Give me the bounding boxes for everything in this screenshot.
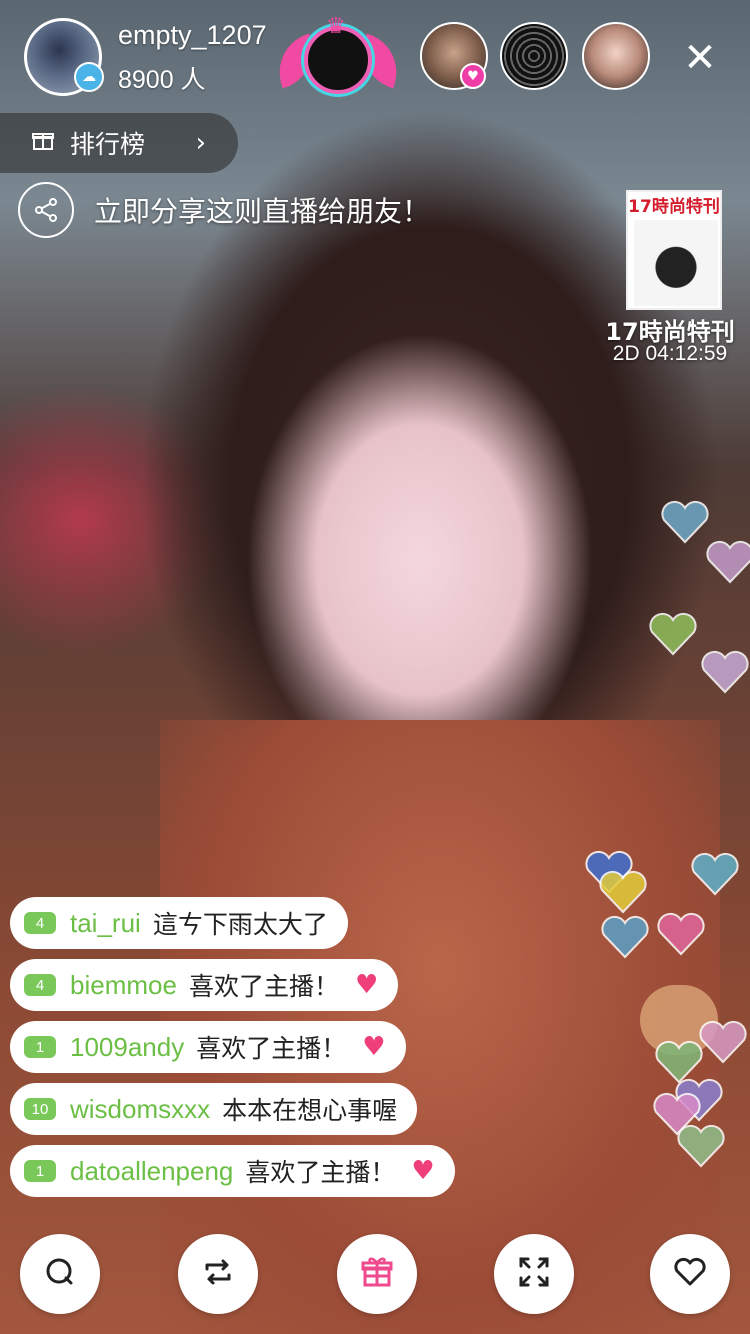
close-icon[interactable]: ✕: [680, 38, 720, 78]
comment-item[interactable]: 1 datoallenpeng 喜欢了主播！ ♥: [10, 1145, 455, 1197]
comment-username[interactable]: wisdomsxxx: [70, 1094, 210, 1125]
comment-text: 這ㄘ下雨太大了: [152, 910, 328, 939]
floating-heart-icon: [700, 650, 750, 694]
ranking-label: 排行榜: [70, 130, 146, 159]
level-badge: 1: [24, 1036, 56, 1058]
comment-button[interactable]: [20, 1234, 100, 1314]
comment-item[interactable]: 4 tai_rui 這ㄘ下雨太大了: [10, 897, 348, 949]
level-badge: 4: [24, 912, 56, 934]
floating-heart-icon: [656, 912, 706, 956]
comment-username[interactable]: tai_rui: [70, 908, 141, 939]
comment-text: 喜欢了主播！: [245, 1158, 396, 1187]
floating-heart-icon: [598, 870, 648, 914]
like-button[interactable]: [650, 1234, 730, 1314]
ranking-button[interactable]: 排行榜 ›: [0, 113, 238, 173]
top-viewer-avatar-2[interactable]: [500, 22, 568, 90]
share-icon[interactable]: [18, 182, 74, 238]
heart-badge-icon: ♥: [460, 63, 486, 89]
floating-heart-icon: [660, 500, 710, 544]
floating-heart-icon: [676, 1124, 726, 1168]
level-badge: 10: [24, 1098, 56, 1120]
event-badge[interactable]: ♛: [270, 14, 406, 100]
chevron-right-icon: ›: [195, 128, 206, 158]
floating-heart-icon: [698, 1020, 748, 1064]
viewer-count: 8900 人: [118, 66, 206, 94]
heart-icon: ♥: [362, 1032, 386, 1062]
comment-text: 本本在想心事喔: [222, 1096, 398, 1125]
gift-button[interactable]: [337, 1234, 417, 1314]
promo-header: 17時尚特刊: [628, 192, 720, 217]
comment-item[interactable]: 4 biemmoe 喜欢了主播！ ♥: [10, 959, 399, 1011]
floating-heart-icon: [690, 852, 740, 896]
comment-username[interactable]: biemmoe: [70, 970, 177, 1001]
like-heart-icon: [671, 1253, 709, 1295]
level-badge: 1: [24, 1160, 56, 1182]
floating-heart-icon: [600, 915, 650, 959]
gift-box-icon: [32, 129, 54, 157]
share-repost-icon: [199, 1253, 237, 1295]
crown-icon: ♛: [326, 14, 346, 39]
gift-icon: [358, 1253, 396, 1295]
comment-username[interactable]: datoallenpeng: [70, 1156, 233, 1187]
repost-button[interactable]: [178, 1234, 258, 1314]
level-badge: 4: [24, 974, 56, 996]
comment-text: 喜欢了主播！: [188, 972, 339, 1001]
comment-item[interactable]: 1 1009andy 喜欢了主播！ ♥: [10, 1021, 406, 1073]
floating-heart-icon: [705, 540, 750, 584]
promo-card[interactable]: 17時尚特刊: [626, 190, 722, 310]
comment-text: 喜欢了主播！: [196, 1034, 347, 1063]
top-viewer-avatar-3[interactable]: [582, 22, 650, 90]
floating-heart-icon: [648, 612, 698, 656]
host-name[interactable]: empty_1207: [118, 20, 267, 51]
fullscreen-button[interactable]: [494, 1234, 574, 1314]
host-verified-badge-icon: ☁: [74, 62, 104, 92]
share-prompt[interactable]: 立即分享这则直播给朋友！: [18, 182, 430, 238]
heart-icon: ♥: [411, 1156, 435, 1186]
promo-cover-image: [634, 220, 718, 306]
heart-icon: ♥: [354, 970, 379, 1000]
promo-countdown: 2D 04:12:59: [612, 342, 728, 365]
comment-username[interactable]: 1009andy: [70, 1032, 184, 1063]
share-text: 立即分享这则直播给朋友！: [94, 195, 431, 228]
fullscreen-icon: [515, 1253, 553, 1295]
comment-icon: [41, 1253, 79, 1295]
comment-item[interactable]: 10 wisdomsxxx 本本在想心事喔: [10, 1083, 418, 1135]
